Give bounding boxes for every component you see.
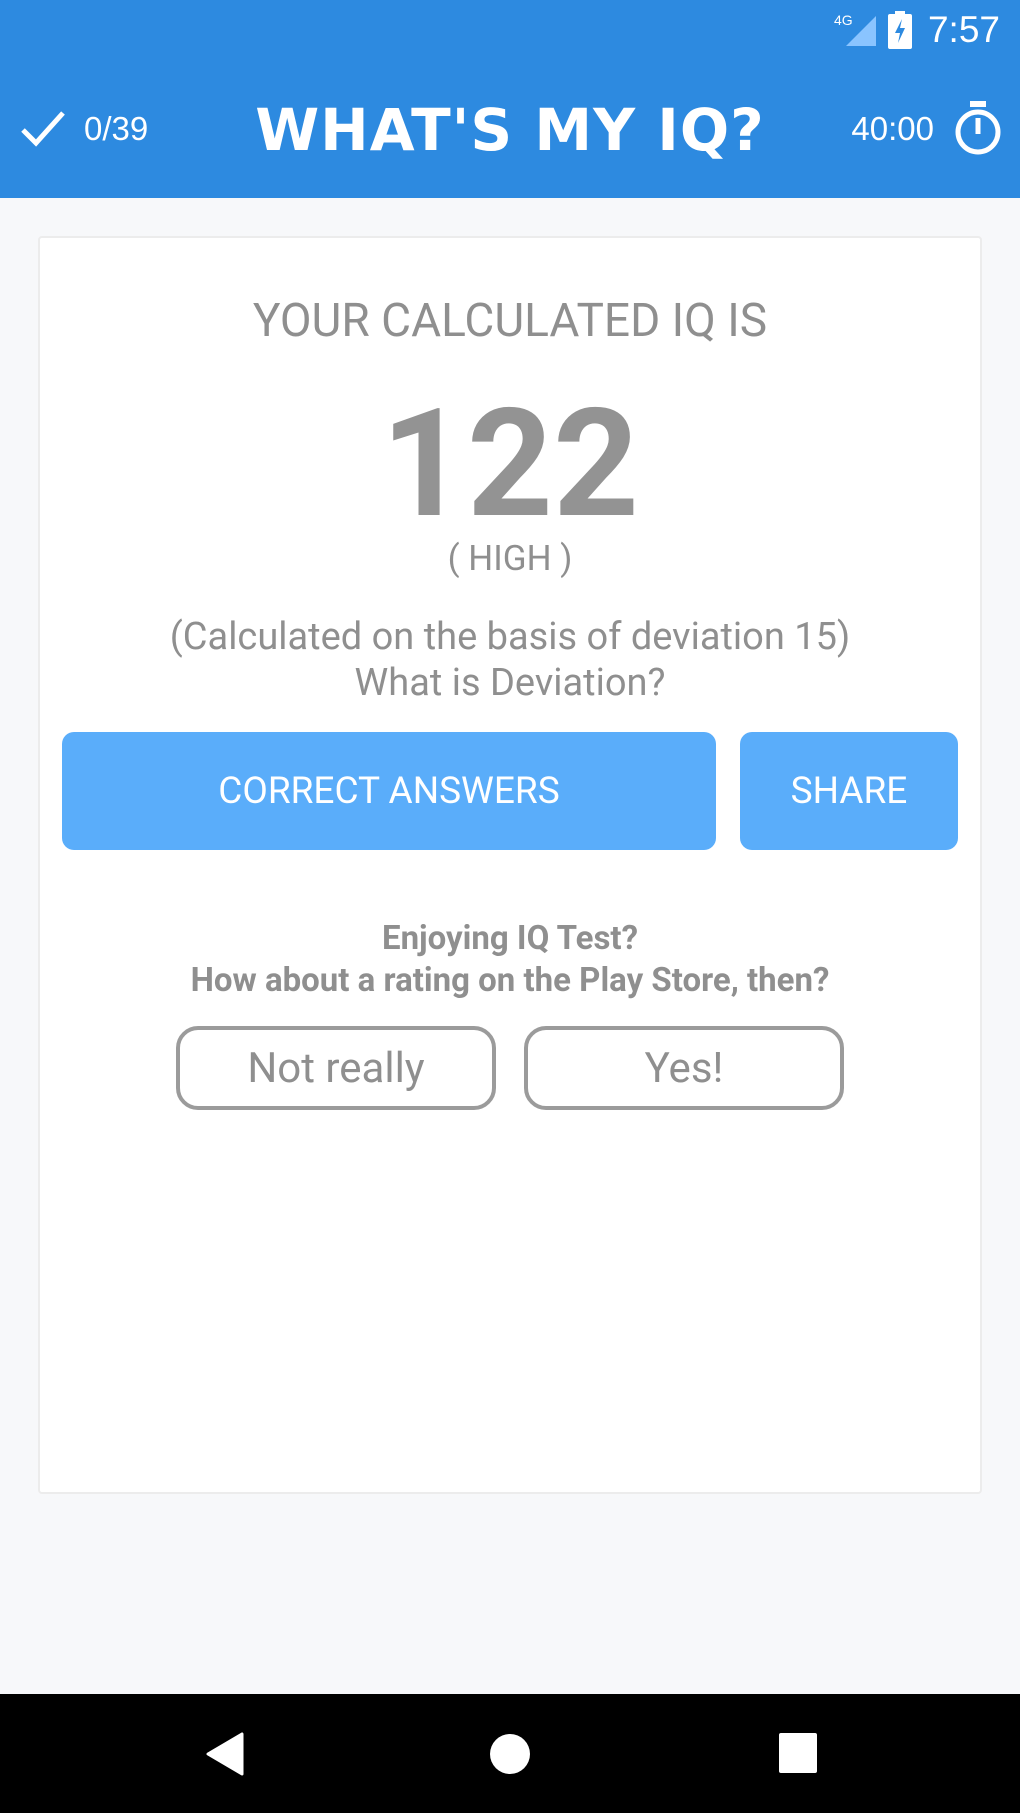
status-bar: 4G 7:57 (828, 8, 1000, 52)
timer-value: 40:00 (851, 110, 934, 147)
what-is-deviation-link[interactable]: What is Deviation? (40, 660, 980, 706)
signal-icon (845, 16, 876, 46)
deviation-basis: (Calculated on the basis of deviation 15… (169, 615, 851, 659)
status-time: 7:57 (927, 9, 1000, 50)
result-card: YOUR CALCULATED IQ IS 122 ( HIGH ) (Calc… (38, 236, 982, 1494)
rating-text: How about a rating on the Play Store, th… (190, 961, 830, 1000)
iq-level: ( HIGH ) (447, 538, 573, 579)
rating-question: Enjoying IQ Test? (382, 919, 638, 958)
iq-score: 122 (380, 376, 640, 552)
result-heading: YOUR CALCULATED IQ IS (252, 294, 768, 348)
stopwatch-icon[interactable] (952, 100, 1004, 156)
share-button[interactable]: SHARE (740, 732, 958, 850)
home-icon[interactable] (488, 1732, 532, 1776)
yes-button[interactable]: Yes! (524, 1026, 844, 1110)
app-bar: 0/39 WHAT'S MY IQ? 40:00 (0, 88, 1020, 172)
battery-charging-icon (887, 11, 912, 49)
top-bar: 4G 7:57 0/39 WHAT'S MY IQ? 40:00 (0, 0, 1020, 198)
rating-prompt: Enjoying IQ Test? How about a rating on … (40, 918, 980, 1002)
back-icon[interactable] (204, 1732, 244, 1776)
recents-icon[interactable] (778, 1732, 818, 1774)
system-nav-bar (0, 1694, 1020, 1813)
not-really-button[interactable]: Not really (176, 1026, 496, 1110)
correct-answers-button[interactable]: CORRECT ANSWERS (62, 732, 716, 850)
deviation-info: (Calculated on the basis of deviation 15… (40, 614, 980, 706)
network-indicator: 4G (828, 10, 878, 50)
